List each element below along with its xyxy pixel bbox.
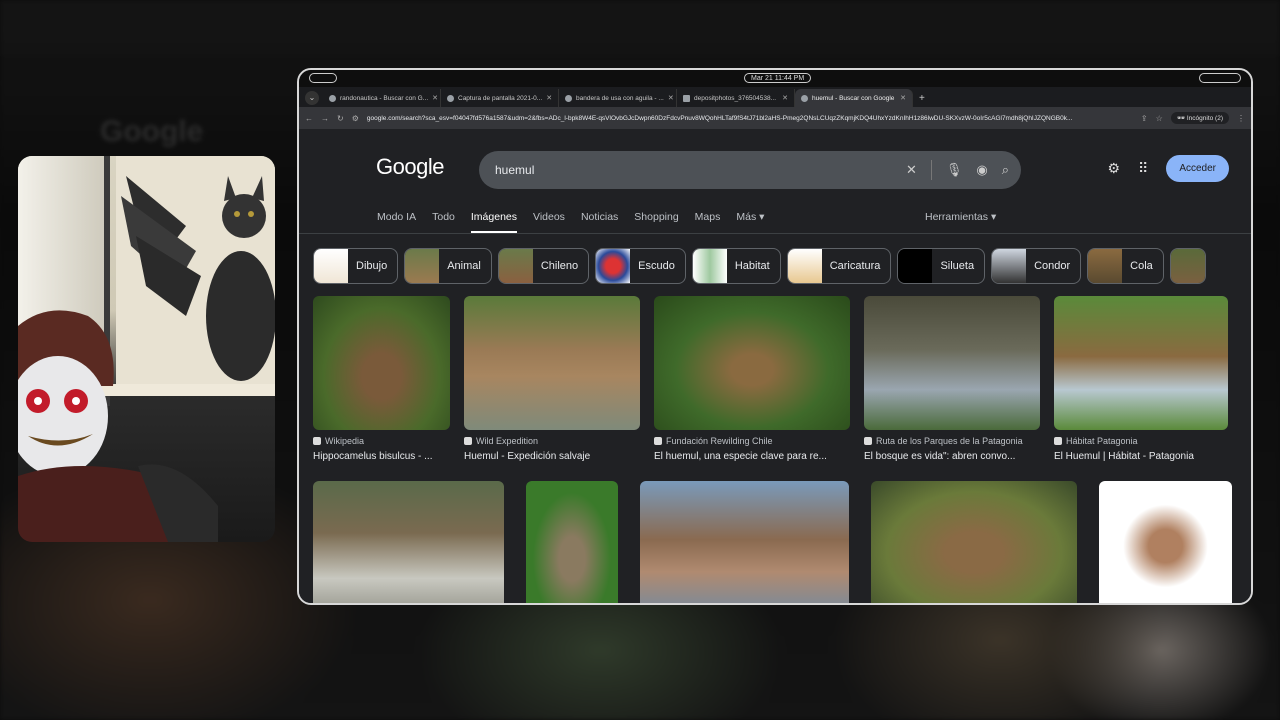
- image-result[interactable]: Hábitat Patagonia El Huemul | Hábitat - …: [1054, 296, 1228, 462]
- site-icon: [654, 437, 662, 445]
- site-icon: [864, 437, 872, 445]
- close-tab-icon[interactable]: ✕: [900, 94, 906, 102]
- site-icon: [464, 437, 472, 445]
- url-field[interactable]: google.com/search?sca_esv=f04047fd576a15…: [367, 115, 1133, 122]
- close-tab-icon[interactable]: ✕: [782, 94, 788, 102]
- google-favicon-icon: [565, 94, 572, 102]
- huemul-image[interactable]: [464, 296, 640, 430]
- google-logo[interactable]: Google: [376, 154, 444, 180]
- tab-depositphotos[interactable]: depositphotos_376504538... ✕: [677, 89, 795, 107]
- image-result[interactable]: Fundación Rewilding Chile El huemul, una…: [654, 296, 850, 462]
- search-input[interactable]: [495, 163, 892, 177]
- huemul-image[interactable]: [871, 481, 1077, 603]
- chip-more[interactable]: [1169, 248, 1206, 284]
- tab-videos[interactable]: Videos: [533, 211, 565, 233]
- incognito-badge[interactable]: 🕶 Incógnito (2): [1170, 112, 1229, 124]
- bookmark-star-icon[interactable]: ☆: [1156, 114, 1163, 123]
- chip-habitat[interactable]: Habitat: [691, 248, 781, 284]
- system-tray[interactable]: [1199, 73, 1241, 83]
- tab-mas[interactable]: Más ▾: [736, 211, 764, 233]
- huemul-image[interactable]: [654, 296, 850, 430]
- chip-caricatura[interactable]: Caricatura: [786, 248, 892, 284]
- browser-menu-icon[interactable]: ⋮: [1237, 114, 1245, 123]
- tab-bandera[interactable]: bandera de usa con aguila - ... ✕: [559, 89, 677, 107]
- huemul-drawing-image[interactable]: [1099, 481, 1232, 603]
- tab-shopping[interactable]: Shopping: [634, 211, 678, 233]
- settings-gear-icon[interactable]: ⚙: [1107, 160, 1120, 177]
- chip-chileno[interactable]: Chileno: [497, 248, 590, 284]
- image-results-row-1: Wikipedia Hippocamelus bisulcus - ... Wi…: [313, 296, 1228, 462]
- image-result[interactable]: Ruta de los Parques de la Patagonia El b…: [864, 296, 1040, 462]
- search-tabs: Modo IA Todo Imágenes Videos Noticias Sh…: [377, 211, 780, 233]
- chip-condor[interactable]: Condor: [991, 248, 1082, 284]
- google-results-page: Google ✕ 🎙 ◉ ⌕ ⚙ ⠿ Acceder Modo IA Todo …: [299, 129, 1251, 603]
- tab-imagenes[interactable]: Imágenes: [470, 211, 518, 233]
- share-icon[interactable]: ⇪: [1141, 114, 1148, 123]
- tab-randonautica[interactable]: randonautica - Buscar con G... ✕: [323, 89, 441, 107]
- person-with-mask: [18, 306, 228, 542]
- search-icon[interactable]: ⌕: [1002, 162, 1009, 178]
- tab-maps[interactable]: Maps: [695, 211, 721, 233]
- signin-button[interactable]: Acceder: [1166, 155, 1229, 182]
- activities-pill[interactable]: [309, 73, 337, 83]
- huemul-image[interactable]: [864, 296, 1040, 430]
- wikipedia-icon: [313, 437, 321, 445]
- site-info-icon[interactable]: ⚙: [352, 114, 359, 123]
- depositphotos-favicon-icon: [683, 94, 690, 102]
- image-result[interactable]: Wild Expedition Huemul - Expedición salv…: [464, 296, 640, 462]
- tab-list-button[interactable]: ⌄: [305, 91, 319, 105]
- system-clock[interactable]: Mar 21 11:44 PM: [744, 73, 812, 83]
- close-tab-icon[interactable]: ✕: [668, 94, 674, 102]
- tab-huemul[interactable]: huemul - Buscar con Google ✕: [795, 89, 913, 107]
- system-top-bar: Mar 21 11:44 PM: [299, 70, 1251, 87]
- reload-icon[interactable]: ↻: [337, 114, 344, 123]
- new-tab-button[interactable]: +: [913, 93, 931, 107]
- tab-todo[interactable]: Todo: [432, 211, 455, 233]
- tab-captura[interactable]: Captura de pantalla 2021-0... ✕: [441, 89, 559, 107]
- lens-camera-icon[interactable]: ◉: [976, 162, 987, 178]
- huemul-image[interactable]: [1054, 296, 1228, 430]
- webcam-overlay: [18, 156, 275, 542]
- tab-strip: ⌄ randonautica - Buscar con G... ✕ Captur…: [299, 87, 1251, 107]
- apps-grid-icon[interactable]: ⠿: [1138, 160, 1148, 177]
- microphone-icon[interactable]: 🎙: [946, 162, 963, 178]
- tab-noticias[interactable]: Noticias: [581, 211, 618, 233]
- tab-modo-ia[interactable]: Modo IA: [377, 211, 416, 233]
- address-bar: ← → ↻ ⚙ google.com/search?sca_esv=f04047…: [299, 107, 1251, 129]
- google-favicon-icon: [329, 94, 336, 102]
- site-icon: [1054, 437, 1062, 445]
- search-box[interactable]: ✕ 🎙 ◉ ⌕: [479, 151, 1021, 189]
- back-icon[interactable]: ←: [305, 114, 313, 123]
- close-tab-icon[interactable]: ✕: [432, 94, 438, 102]
- refinement-chips: Dibujo Animal Chileno Escudo Habitat Car…: [313, 248, 1206, 284]
- chip-animal[interactable]: Animal: [404, 248, 492, 284]
- huemul-image[interactable]: [313, 481, 504, 603]
- google-favicon-icon: [801, 94, 808, 102]
- huemul-image[interactable]: [526, 481, 618, 603]
- forward-icon[interactable]: →: [321, 114, 329, 123]
- chip-cola[interactable]: Cola: [1087, 248, 1164, 284]
- huemul-image[interactable]: [640, 481, 849, 603]
- image-result[interactable]: Wikipedia Hippocamelus bisulcus - ...: [313, 296, 450, 462]
- image-results-row-2: [313, 481, 1232, 603]
- google-favicon-icon: [447, 94, 454, 102]
- close-tab-icon[interactable]: ✕: [546, 94, 552, 102]
- tools-button[interactable]: Herramientas ▾: [925, 211, 996, 223]
- chip-silueta[interactable]: Silueta: [897, 248, 986, 284]
- chip-dibujo[interactable]: Dibujo: [313, 248, 399, 284]
- chip-escudo[interactable]: Escudo: [595, 248, 686, 284]
- clear-icon[interactable]: ✕: [906, 162, 917, 178]
- huemul-image[interactable]: [313, 296, 450, 430]
- browser-window: Mar 21 11:44 PM ⌄ randonautica - Buscar …: [297, 68, 1253, 605]
